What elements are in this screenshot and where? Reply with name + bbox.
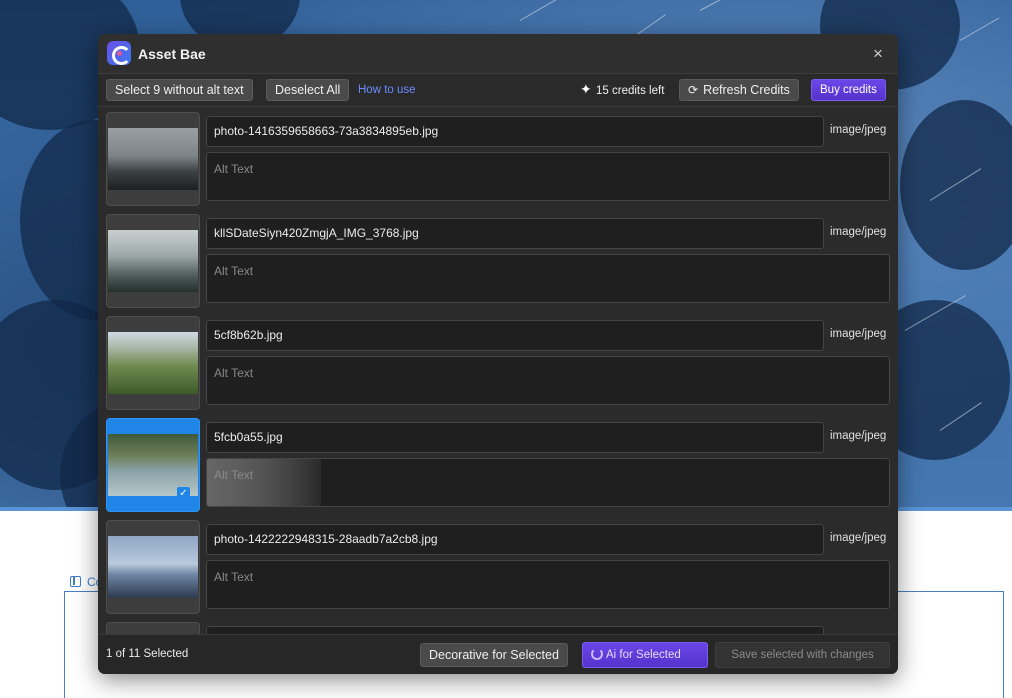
star-streak <box>519 0 573 21</box>
alt-text-field[interactable]: Alt Text <box>206 458 890 507</box>
asset-thumbnail-select[interactable]: ✓ <box>106 418 200 512</box>
app-title: Asset Bae <box>138 46 206 62</box>
asset-row: ✓ 5fcb0a55.jpg image/jpeg Alt Text <box>106 418 890 514</box>
refresh-credits-label: Refresh Credits <box>703 83 790 97</box>
alt-text-field[interactable]: Alt Text <box>206 560 890 609</box>
buy-credits-button[interactable]: Buy credits <box>811 79 886 101</box>
refresh-credits-button[interactable]: ⟳ Refresh Credits <box>679 79 799 101</box>
thumbnail-image <box>108 536 198 598</box>
ai-for-selected-button[interactable]: Ai for Selected <box>582 642 708 668</box>
decorative-for-selected-button[interactable]: Decorative for Selected <box>420 643 568 667</box>
mime-type-label: image/jpeg <box>830 532 887 544</box>
asset-bae-modal: Asset Bae × Select 9 without alt text De… <box>98 34 898 674</box>
mime-type-label: image/jpeg <box>830 430 887 442</box>
thumbnail-image <box>108 128 198 190</box>
refresh-icon: ⟳ <box>688 83 699 97</box>
asset-thumbnail-select[interactable] <box>106 520 200 614</box>
modal-titlebar: Asset Bae × <box>98 34 898 74</box>
asset-row: kllSDateSiyn420ZmgjA_IMG_3768.jpg image/j… <box>106 214 890 310</box>
thumbnail-image <box>108 230 198 292</box>
filename-field[interactable]: 5fcb0a55.jpg <box>206 422 824 453</box>
mime-type-label: image/jpeg <box>830 124 887 136</box>
close-button[interactable]: × <box>868 44 888 64</box>
background-tree <box>900 100 1012 270</box>
filename-field[interactable]: photo-1416359658663-73a3834895eb.jpg <box>206 116 824 147</box>
asset-row <box>106 622 890 634</box>
ai-for-selected-label: Ai for Selected <box>606 649 681 661</box>
select-without-alt-button[interactable]: Select 9 without alt text <box>106 79 253 101</box>
asset-thumbnail-select[interactable] <box>106 214 200 308</box>
toolbar: Select 9 without alt text Deselect All H… <box>98 74 898 107</box>
deselect-all-button[interactable]: Deselect All <box>266 79 350 101</box>
loading-spinner-icon <box>591 648 603 660</box>
book-icon <box>70 576 81 587</box>
checkmark-icon: ✓ <box>177 487 190 500</box>
alt-text-field[interactable]: Alt Text <box>206 152 890 201</box>
filename-field[interactable]: photo-1422222948315-28aadb7a2cb8.jpg <box>206 524 824 555</box>
asset-thumbnail-select[interactable] <box>106 622 200 634</box>
mime-type-label: image/jpeg <box>830 226 887 238</box>
star-streak <box>699 0 763 11</box>
how-to-use-link[interactable]: How to use <box>358 79 416 101</box>
asset-row: photo-1422222948315-28aadb7a2cb8.jpg imag… <box>106 520 890 616</box>
app-logo-icon <box>107 41 131 65</box>
credits-indicator: ✦ 15 credits left <box>580 81 665 97</box>
selection-status: 1 of 11 Selected <box>106 648 189 660</box>
save-selected-button[interactable]: Save selected with changes <box>715 642 890 668</box>
asset-thumbnail-select[interactable] <box>106 316 200 410</box>
filename-field[interactable] <box>206 626 824 634</box>
thumbnail-image <box>108 332 198 394</box>
asset-row: 5cf8b62b.jpg image/jpeg Alt Text <box>106 316 890 412</box>
credits-text: 15 credits left <box>596 85 665 97</box>
filename-field[interactable]: kllSDateSiyn420ZmgjA_IMG_3768.jpg <box>206 218 824 249</box>
mime-type-label: image/jpeg <box>830 328 887 340</box>
asset-thumbnail-select[interactable] <box>106 112 200 206</box>
filename-field[interactable]: 5cf8b62b.jpg <box>206 320 824 351</box>
modal-footer: 1 of 11 Selected Decorative for Selected… <box>98 634 898 674</box>
sparkle-icon: ✦ <box>580 81 592 97</box>
alt-text-field[interactable]: Alt Text <box>206 356 890 405</box>
asset-list[interactable]: photo-1416359658663-73a3834895eb.jpg imag… <box>98 108 898 634</box>
loading-shimmer <box>207 459 321 506</box>
alt-text-field[interactable]: Alt Text <box>206 254 890 303</box>
star-streak <box>959 17 1000 41</box>
alt-text-placeholder: Alt Text <box>214 468 254 482</box>
asset-row: photo-1416359658663-73a3834895eb.jpg imag… <box>106 112 890 208</box>
